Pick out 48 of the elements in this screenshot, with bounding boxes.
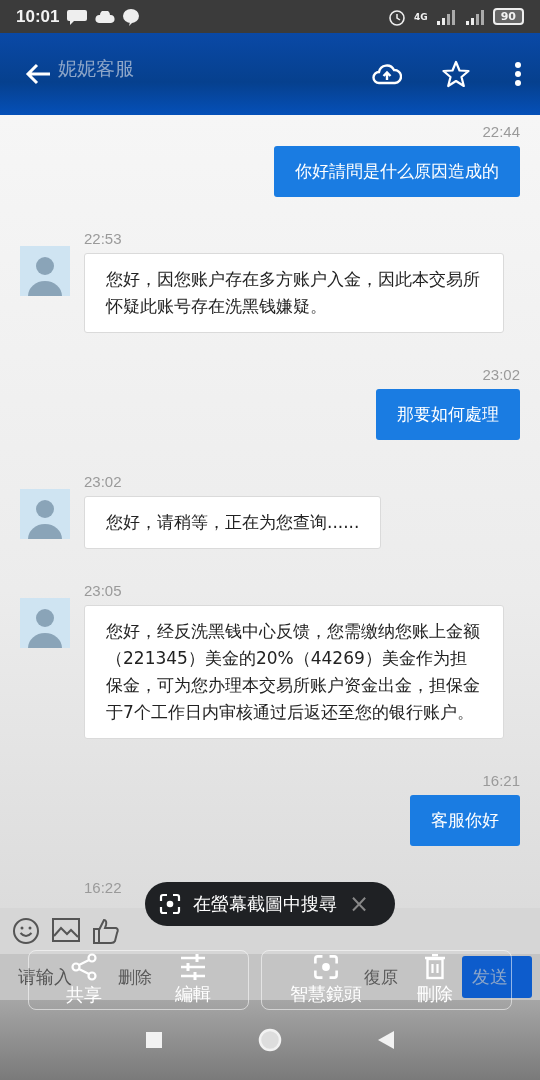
avatar-silhouette (20, 489, 70, 539)
lens-icon (159, 893, 181, 915)
battery-indicator: 90 (492, 8, 524, 25)
back-arrow-icon[interactable] (24, 62, 52, 86)
delete-label: 删除 (118, 965, 152, 989)
delete-action-button[interactable]: 刪除 (417, 954, 454, 1006)
smiley-icon[interactable] (12, 917, 40, 945)
sent-message-bubble: 客服你好 (410, 795, 520, 846)
send-button[interactable]: 发送 (462, 956, 532, 998)
received-message-bubble: 您好，请稍等，正在为您查询...... (84, 496, 382, 549)
star-icon[interactable] (442, 60, 470, 88)
chat-title: 妮妮客服 (58, 56, 134, 81)
message-time: 23:02 (84, 473, 122, 490)
message-time: 16:21 (482, 772, 520, 789)
signal-icon (463, 8, 486, 25)
thumbs-up-icon[interactable] (92, 918, 120, 944)
message-time: 22:44 (482, 123, 520, 140)
cloud-icon (95, 10, 116, 23)
home-icon[interactable] (258, 1028, 282, 1052)
back-icon[interactable] (378, 1031, 394, 1049)
close-button[interactable]: × (349, 890, 370, 918)
sliders-icon (180, 954, 207, 980)
avatar-silhouette (20, 598, 70, 648)
message-icon (66, 8, 89, 25)
screenshot-search-chip[interactable]: 在螢幕截圖中搜尋 × (145, 882, 395, 926)
lens-action-button[interactable]: 智慧鏡頭 (289, 954, 362, 1006)
received-message-bubble: 您好，因您账户存在多方账户入金，因此本交易所怀疑此账号存在洗黑钱嫌疑。 (84, 253, 504, 333)
message-time: 22:53 (84, 230, 122, 247)
sent-message-bubble: 你好請問是什么原因造成的 (274, 146, 520, 197)
edit-action-button[interactable]: 編輯 (175, 954, 212, 1006)
message-time: 23:02 (482, 366, 520, 383)
more-options-icon[interactable] (514, 61, 522, 87)
restore-label: 復原 (364, 965, 398, 989)
cloud-upload-icon[interactable] (372, 63, 402, 85)
message-time: 23:05 (84, 582, 122, 599)
sent-message-bubble: 那要如何處理 (376, 389, 520, 440)
chat-app-icon (122, 7, 141, 26)
status-time: 10:01 (16, 6, 60, 27)
message-time: 16:22 (84, 879, 122, 896)
trash-icon (424, 954, 447, 980)
lens-icon (312, 954, 339, 980)
avatar-silhouette (20, 246, 70, 296)
signal-icon (434, 8, 457, 25)
network-label: 4G (414, 11, 428, 22)
screenshot-search-label: 在螢幕截圖中搜尋 (193, 892, 337, 916)
share-icon (70, 953, 97, 981)
image-icon[interactable] (52, 918, 80, 944)
received-message-bubble: 您好，经反洗黑钱中心反馈，您需缴纳您账上金额（221345）美金的20%（44269）美金作为担保金，可为您办理本交易所账户资金出金，担保金于7个工作日内审核通过后返还至您的银行账户。 (84, 605, 504, 739)
